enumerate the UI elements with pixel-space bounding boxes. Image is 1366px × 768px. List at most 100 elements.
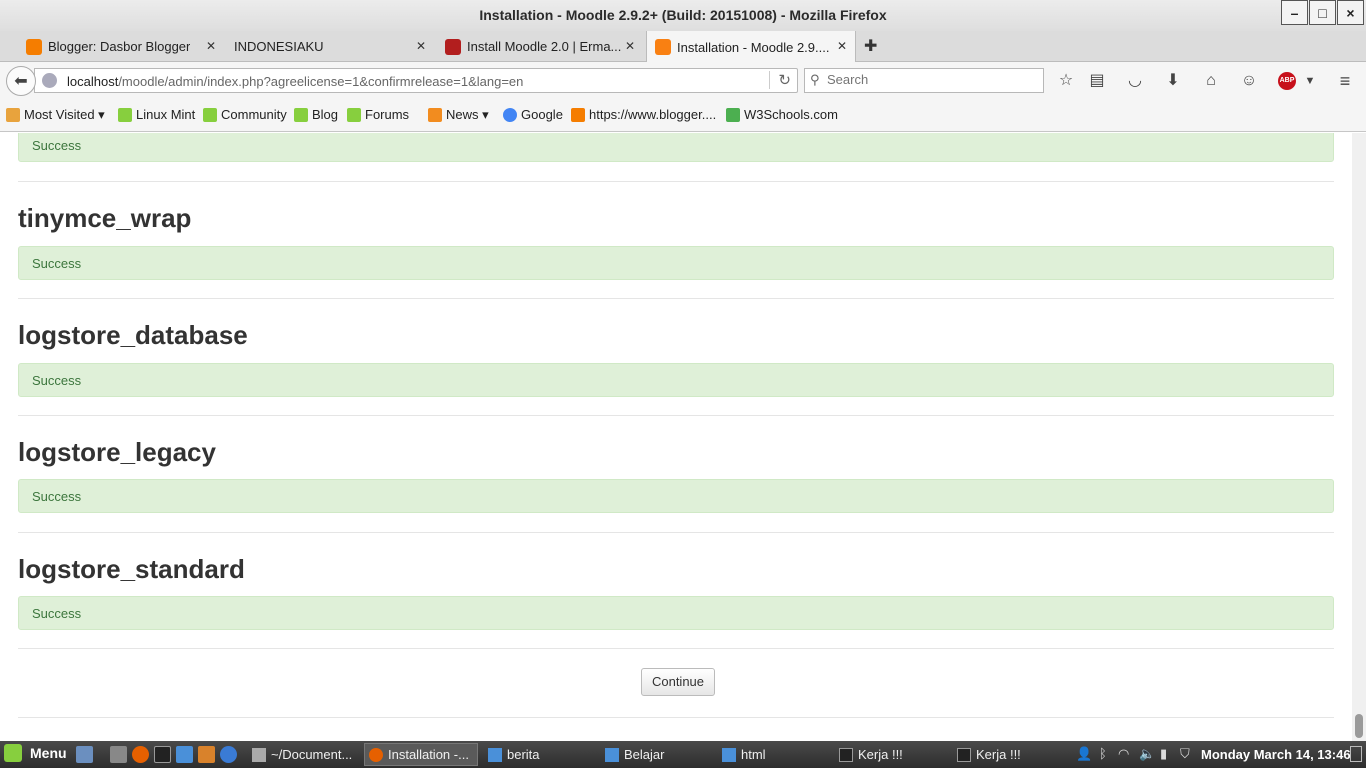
- close-tab-icon[interactable]: ✕: [206, 39, 216, 53]
- camera-icon[interactable]: [110, 746, 127, 763]
- bookmark-google[interactable]: Google: [503, 107, 563, 122]
- minimize-button[interactable]: –: [1281, 0, 1308, 25]
- divider: [18, 298, 1334, 299]
- window-title: Installation - Moodle 2.9.2+ (Build: 201…: [479, 7, 887, 23]
- clock[interactable]: Monday March 14, 13:46: [1201, 747, 1351, 762]
- navigation-bar: localhost/moodle/admin/index.php?agreeli…: [0, 62, 1366, 99]
- close-tab-icon[interactable]: ✕: [625, 39, 635, 53]
- url-bar[interactable]: localhost/moodle/admin/index.php?agreeli…: [34, 68, 798, 93]
- firefox-icon[interactable]: [132, 746, 149, 763]
- terminal-icon[interactable]: [154, 746, 171, 763]
- tab-bar: Blogger: Dasbor Blogger ✕ INDONESIAKU ✕ …: [0, 31, 1366, 63]
- pocket-icon[interactable]: ◡: [1125, 71, 1145, 91]
- globe-icon: [42, 73, 57, 88]
- folder-icon[interactable]: [176, 746, 193, 763]
- task-file-manager[interactable]: ~/Document...: [248, 743, 360, 766]
- new-tab-icon[interactable]: ✚: [864, 36, 877, 56]
- page-content: Success tinymce_wrap Success logstore_da…: [0, 133, 1352, 741]
- maximize-button[interactable]: □: [1309, 0, 1336, 25]
- reading-list-icon[interactable]: ▤: [1087, 71, 1107, 91]
- scrollbar-thumb[interactable]: [1355, 714, 1363, 738]
- tab-indonesiaku[interactable]: INDONESIAKU ✕: [226, 31, 434, 62]
- plugin-heading: logstore_database: [18, 320, 248, 350]
- google-icon: [503, 107, 517, 122]
- bookmarks-toolbar: Most Visited ▾ Linux Mint Community Blog…: [0, 99, 1366, 132]
- battery-icon[interactable]: ▮: [1160, 746, 1167, 762]
- moodle-icon: [655, 39, 671, 55]
- task-folder-belajar[interactable]: Belajar: [601, 743, 713, 766]
- task-folder-html[interactable]: html: [718, 743, 830, 766]
- bookmark-most-visited[interactable]: Most Visited ▾: [6, 107, 105, 123]
- wifi-icon[interactable]: ◠: [1118, 746, 1129, 762]
- file-manager-icon: [252, 747, 266, 762]
- home-icon[interactable]: ⌂: [1201, 71, 1221, 91]
- divider: [18, 532, 1334, 533]
- tab-label: Install Moodle 2.0 | Erma...: [467, 39, 622, 54]
- adblock-plus-icon[interactable]: ABP: [1278, 72, 1296, 90]
- tab-label: Blogger: Dasbor Blogger: [48, 39, 191, 54]
- chevron-down-icon[interactable]: ▼: [1300, 71, 1320, 91]
- linux-mint-icon: [118, 107, 132, 122]
- tab-installation-moodle[interactable]: Installation - Moodle 2.9.... ✕: [646, 31, 856, 63]
- bookmark-news[interactable]: News ▾: [428, 107, 489, 123]
- close-tab-icon[interactable]: ✕: [837, 39, 847, 53]
- url-text: localhost/moodle/admin/index.php?agreeli…: [67, 74, 524, 89]
- hamburger-menu-icon[interactable]: ≡: [1335, 71, 1355, 91]
- success-notification: Success: [18, 596, 1334, 630]
- folder-icon: [605, 747, 619, 762]
- terminal-icon: [839, 747, 853, 762]
- divider: [18, 181, 1334, 182]
- bookmark-blog[interactable]: Blog: [294, 107, 338, 122]
- bookmark-w3schools[interactable]: W3Schools.com: [726, 107, 838, 122]
- sublime-text-icon[interactable]: [198, 746, 215, 763]
- download-icon[interactable]: ⬇: [1163, 71, 1183, 91]
- shield-icon[interactable]: ⛉: [1180, 746, 1190, 762]
- taskbar: Menu ~/Document... Installation -... ber…: [0, 741, 1366, 768]
- chat-icon[interactable]: ☺: [1239, 71, 1259, 91]
- volume-icon[interactable]: 🔈: [1139, 746, 1155, 762]
- bluetooth-icon[interactable]: ᛒ: [1099, 746, 1107, 761]
- w3schools-icon: [726, 107, 740, 122]
- back-arrow-icon: ⬅: [14, 73, 28, 90]
- task-folder-berita[interactable]: berita: [484, 743, 596, 766]
- tab-blogger[interactable]: Blogger: Dasbor Blogger ✕: [18, 31, 224, 62]
- divider: [18, 415, 1334, 416]
- bookmark-community[interactable]: Community: [203, 107, 287, 122]
- divider: [18, 648, 1334, 649]
- search-bar[interactable]: ⚲: [804, 68, 1044, 93]
- reload-icon[interactable]: ↻: [769, 71, 791, 89]
- show-desktop-icon[interactable]: [76, 746, 93, 763]
- tab-label: INDONESIAKU: [234, 39, 324, 54]
- show-desktop-corner-icon[interactable]: [1350, 746, 1362, 762]
- success-notification: Success: [18, 479, 1334, 513]
- bookmark-linux-mint[interactable]: Linux Mint: [118, 107, 195, 122]
- folder-icon: [722, 747, 736, 762]
- network-globe-icon[interactable]: [220, 746, 237, 763]
- task-terminal-2[interactable]: Kerja !!!: [953, 743, 1065, 766]
- back-button[interactable]: ⬅: [6, 66, 36, 96]
- plugin-heading: logstore_standard: [18, 554, 245, 584]
- window-titlebar: Installation - Moodle 2.9.2+ (Build: 201…: [0, 0, 1366, 31]
- terminal-icon: [957, 747, 971, 762]
- bookmark-blogger[interactable]: https://www.blogger....: [571, 107, 716, 122]
- vertical-scrollbar[interactable]: [1352, 133, 1366, 741]
- user-icon[interactable]: 👤: [1076, 746, 1092, 762]
- task-firefox[interactable]: Installation -...: [364, 743, 478, 766]
- bookmark-star-icon[interactable]: ☆: [1056, 71, 1076, 91]
- tab-label: Installation - Moodle 2.9....: [677, 39, 830, 55]
- search-input[interactable]: [827, 72, 1037, 87]
- blogger-icon: [571, 107, 585, 122]
- task-terminal-1[interactable]: Kerja !!!: [835, 743, 947, 766]
- linux-mint-icon: [203, 107, 217, 122]
- linux-mint-logo-icon: [4, 744, 22, 762]
- start-menu-button[interactable]: Menu: [4, 744, 67, 762]
- folder-icon: [488, 747, 502, 762]
- tab-install-moodle[interactable]: Install Moodle 2.0 | Erma... ✕: [437, 31, 643, 62]
- close-window-button[interactable]: ×: [1337, 0, 1364, 25]
- plugin-heading: logstore_legacy: [18, 437, 216, 467]
- close-tab-icon[interactable]: ✕: [416, 39, 426, 53]
- linux-mint-icon: [347, 107, 361, 122]
- bookmark-forums[interactable]: Forums: [347, 107, 409, 122]
- most-visited-icon: [6, 108, 20, 122]
- continue-button[interactable]: Continue: [641, 668, 715, 696]
